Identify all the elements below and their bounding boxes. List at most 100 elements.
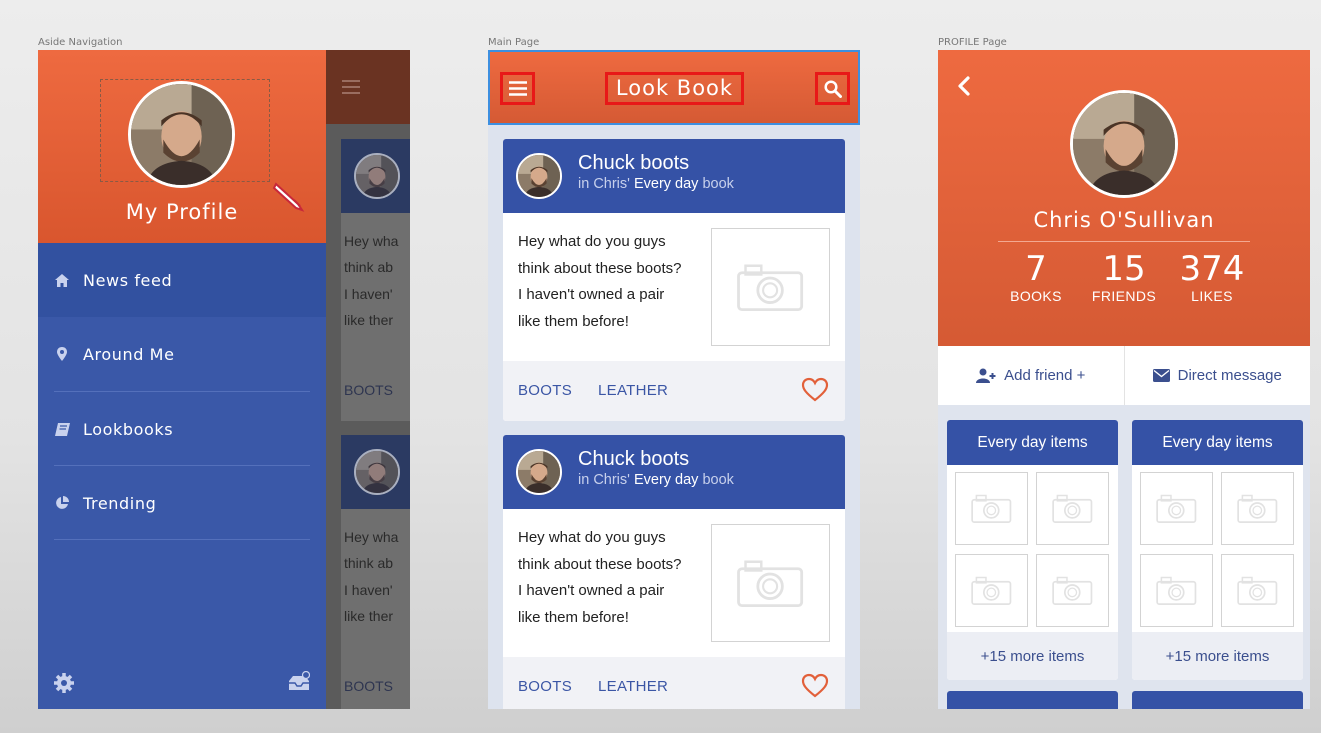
stat-label: LIKES: [1191, 288, 1233, 304]
post-card[interactable]: Chuck boots in Chris' Every day book Hey…: [503, 435, 845, 709]
post-header: Chuck boots in Chris' Every day book: [503, 435, 845, 509]
tag-leather[interactable]: LEATHER: [598, 382, 668, 399]
post-footer: BOOTS LEATHER: [503, 657, 845, 709]
nav-item-label: News feed: [83, 270, 173, 290]
camera-icon: [735, 252, 805, 322]
camera-icon: [970, 569, 1013, 612]
search-icon: [823, 79, 842, 98]
frame-label-profile: PROFILE Page: [938, 37, 1007, 48]
pie-chart-icon: [54, 495, 70, 511]
post-text-line: I haven't owned a pair: [518, 286, 665, 303]
stat-friends[interactable]: 15 FRIENDS: [1079, 250, 1169, 304]
inbox-icon[interactable]: [288, 671, 310, 693]
photo-placeholder[interactable]: [711, 228, 830, 346]
nav-item-news-feed[interactable]: News feed: [38, 243, 326, 317]
item-thumbnail[interactable]: [955, 472, 1028, 545]
add-friend-label: Add friend +: [1004, 367, 1086, 384]
collection-card-partial[interactable]: [1132, 691, 1303, 709]
photo-placeholder[interactable]: [711, 524, 830, 642]
more-items-link[interactable]: +15 more items: [947, 632, 1118, 680]
stat-likes[interactable]: 374 LIKES: [1167, 250, 1257, 304]
avatar-image: [131, 84, 232, 185]
item-thumbnail[interactable]: [1221, 472, 1294, 545]
avatar-image: [1073, 93, 1175, 195]
camera-icon: [1236, 569, 1279, 612]
avatar: [354, 449, 400, 495]
stat-value: 7: [1025, 249, 1047, 289]
search-button[interactable]: [815, 72, 850, 105]
more-items-link[interactable]: +15 more items: [1132, 632, 1303, 680]
page-title: Look Book: [605, 72, 744, 105]
camera-icon: [970, 487, 1013, 530]
camera-icon: [1236, 487, 1279, 530]
peek-text: like ther: [344, 312, 394, 328]
tag-boots[interactable]: BOOTS: [518, 382, 572, 399]
post-title[interactable]: Chuck boots: [578, 152, 689, 175]
item-thumbnail[interactable]: [955, 554, 1028, 627]
aside-navigation-screen: My Profile News feed Around Me Lookbooks: [38, 50, 410, 709]
peek-text: Hey wha: [344, 529, 399, 545]
post-book-name[interactable]: Every day: [634, 176, 698, 192]
nav-item-around-me[interactable]: Around Me: [38, 317, 326, 391]
collection-title[interactable]: Every day items: [947, 420, 1118, 465]
item-thumbnail[interactable]: [1140, 472, 1213, 545]
avatar[interactable]: [516, 153, 562, 199]
camera-icon: [1155, 487, 1198, 530]
direct-message-label: Direct message: [1177, 367, 1282, 384]
avatar[interactable]: [516, 449, 562, 495]
add-friend-button[interactable]: Add friend +: [938, 346, 1124, 405]
post-book-name[interactable]: Every day: [634, 472, 698, 488]
profile-name: Chris O'Sullivan: [1033, 208, 1215, 232]
camera-icon: [1155, 569, 1198, 612]
post-text-line: think about these boots?: [518, 259, 682, 277]
post-body: Hey what do you guys think about these b…: [503, 213, 845, 361]
post-text-line: think about these boots?: [518, 555, 682, 573]
direct-message-button[interactable]: Direct message: [1123, 346, 1311, 405]
peek-text: Hey wha: [344, 233, 399, 249]
avatar[interactable]: [1070, 90, 1178, 198]
post-card[interactable]: Chuck boots in Chris' Every day book Hey…: [503, 139, 845, 421]
peek-tag: BOOTS: [344, 382, 394, 398]
camera-icon: [735, 548, 805, 618]
back-chevron-icon[interactable]: [954, 75, 976, 97]
post-subtitle-suffix: book: [698, 176, 734, 192]
item-thumbnail[interactable]: [1036, 472, 1109, 545]
dimmed-main-page[interactable]: Hey wha think ab I haven' like ther BOOT…: [326, 50, 410, 709]
post-body: Hey what do you guys think about these b…: [503, 509, 845, 657]
heart-icon[interactable]: [801, 376, 829, 404]
collection-card-partial[interactable]: [947, 691, 1118, 709]
tag-boots[interactable]: BOOTS: [518, 678, 572, 695]
nav-item-label: Trending: [83, 493, 157, 513]
tag-leather[interactable]: LEATHER: [598, 678, 668, 695]
aside-panel: My Profile News feed Around Me Lookbooks: [38, 50, 326, 709]
peek-tag: BOOTS: [344, 678, 394, 694]
heart-icon[interactable]: [801, 672, 829, 700]
post-subtitle-suffix: book: [698, 472, 734, 488]
collection-card[interactable]: Every day items +15 more items: [1132, 420, 1303, 680]
stat-books[interactable]: 7 BOOKS: [991, 250, 1081, 304]
nav-divider: [54, 539, 310, 540]
item-thumbnail[interactable]: [1036, 554, 1109, 627]
item-thumbnail[interactable]: [1221, 554, 1294, 627]
post-subtitle: in Chris' Every day book: [578, 176, 734, 192]
item-thumbnail[interactable]: [1140, 554, 1213, 627]
post-subtitle: in Chris' Every day book: [578, 472, 734, 488]
collection-title[interactable]: Every day items: [1132, 420, 1303, 465]
map-pin-icon: [54, 346, 70, 362]
post-title[interactable]: Chuck boots: [578, 448, 689, 471]
envelope-icon: [1152, 369, 1170, 382]
nav-item-lookbooks[interactable]: Lookbooks: [38, 392, 326, 466]
gear-icon[interactable]: [53, 672, 75, 694]
collection-grid: [1132, 465, 1303, 632]
add-user-icon: [976, 368, 996, 383]
nav-item-trending[interactable]: Trending: [38, 466, 326, 540]
frame-label-aside: Aside Navigation: [38, 37, 123, 48]
stat-value: 374: [1179, 249, 1245, 289]
peek-text: like ther: [344, 608, 394, 624]
post-header: Chuck boots in Chris' Every day book: [503, 139, 845, 213]
menu-button[interactable]: [500, 72, 535, 105]
avatar: [354, 153, 400, 199]
avatar[interactable]: [128, 81, 235, 188]
divider: [998, 241, 1250, 242]
collection-card[interactable]: Every day items +15 more items: [947, 420, 1118, 680]
